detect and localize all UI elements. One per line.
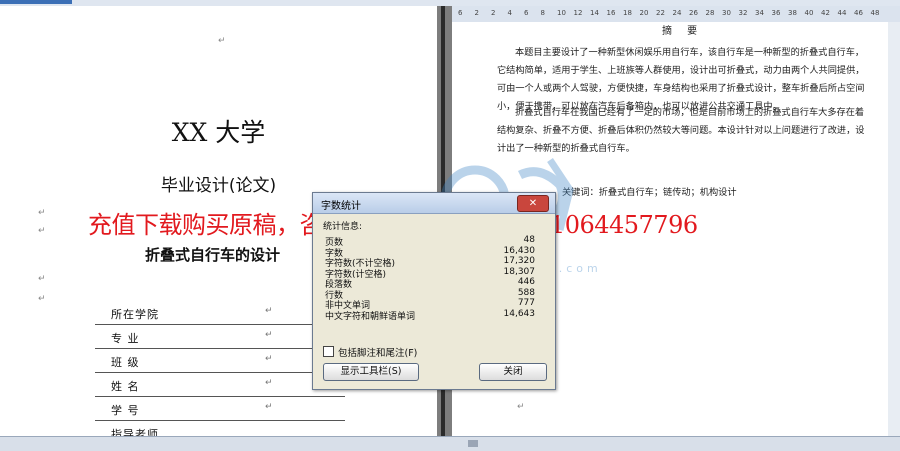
ruler-tick: 6 (458, 9, 463, 17)
ruler-tick: 4 (507, 9, 512, 17)
horizontal-scrollbar[interactable] (0, 436, 900, 451)
stat-row-cjk-chars: 中文字符和朝鲜语单词 14,643 (325, 308, 536, 322)
paragraph-mark: ↵ (38, 226, 46, 236)
stat-value: 14,643 (503, 308, 536, 319)
ruler-tick: 42 (821, 9, 830, 17)
field-label: 专 业 (111, 332, 140, 345)
ruler-tick: 24 (672, 9, 682, 17)
dialog-title: 字数统计 (321, 201, 361, 212)
stat-value: 48 (523, 235, 535, 245)
paragraph-mark: ↵ (265, 306, 273, 316)
ruler-tick: 2 (491, 9, 496, 17)
cover-field-advisor: 指导老师 (95, 424, 345, 436)
stat-value: 777 (517, 298, 535, 308)
ruler-tick: 16 (606, 9, 616, 17)
cover-field-student-id: 学 号 ↵ (95, 400, 345, 421)
thesis-title: 折叠式自行车的设计 (145, 246, 281, 264)
show-toolbar-button[interactable]: 显示工具栏(S) (323, 363, 419, 381)
paragraph-mark: ↵ (38, 274, 46, 284)
ruler-tick: 6 (524, 9, 529, 17)
ruler-tick: 10 (557, 9, 566, 17)
horizontal-ruler[interactable]: 6 2 2 4 6 8 10 12 14 16 18 20 22 24 26 28 30 32 34 36 38 40 42… (452, 6, 900, 23)
stat-value: 446 (517, 277, 535, 287)
close-icon[interactable]: ✕ (517, 195, 549, 212)
field-label: 指导老师 (111, 428, 159, 436)
stat-value: 16,430 (503, 245, 536, 256)
field-label: 姓 名 (111, 380, 140, 393)
cover-field-class: 班 级 ↵ (95, 352, 345, 373)
stat-row-lines: 行数 588 (325, 287, 535, 301)
ruler-tick: 18 (623, 9, 632, 17)
paragraph-mark: ↵ (265, 378, 273, 388)
ruler-tick: 46 (854, 9, 863, 17)
paragraph-mark: ↵ (265, 354, 273, 364)
stat-value: 588 (517, 287, 535, 298)
ruler-tick: 22 (656, 9, 665, 17)
paragraph-mark: ↵ (517, 402, 525, 412)
ruler-tick: 28 (705, 9, 715, 17)
checkbox-label: 包括脚注和尾注(F) (338, 348, 418, 359)
ruler-tick: 34 (755, 9, 764, 17)
paragraph-mark: ↵ (265, 402, 273, 412)
close-button[interactable]: 关闭 (479, 363, 547, 381)
stat-row-non-chinese-words: 非中文单词 777 (325, 298, 535, 311)
ruler-tick: 48 (870, 9, 880, 17)
include-footnotes-checkbox[interactable]: 包括脚注和尾注(F) (323, 345, 417, 359)
paragraph-mark: ↵ (218, 36, 226, 46)
ruler-tick: 30 (722, 9, 731, 17)
stat-label: 中文字符和朝鲜语单词 (325, 311, 416, 322)
field-label: 学 号 (111, 404, 140, 417)
ruler-tick: 8 (540, 9, 545, 17)
abstract-heading: 摘 要 (662, 26, 704, 37)
stat-row-words: 字数 16,430 (325, 245, 536, 259)
stats-header: 统计信息: (323, 222, 363, 232)
word-count-dialog: 字数统计 ✕ 统计信息: 页数 48 字数 16,430 字符数(不计空格) 17,3… (312, 192, 556, 390)
title-bar-fragment (0, 0, 72, 4)
ruler-tick: 2 (474, 9, 479, 17)
ruler-tick: 12 (573, 9, 583, 17)
ruler-tick: 36 (771, 9, 781, 17)
paragraph-mark: ↵ (38, 294, 46, 304)
stats-list: 页数 48 字数 16,430 字符数(不计空格) 17,320 字符数(计空格) 18… (325, 235, 536, 322)
dialog-titlebar[interactable]: 字数统计 ✕ (313, 193, 555, 214)
ruler-tick: 44 (837, 9, 847, 17)
ruler-tick: 38 (788, 9, 797, 17)
ruler-tick: 32 (738, 9, 748, 17)
field-label: 所在学院 (111, 308, 159, 321)
stat-row-pages: 页数 48 (325, 235, 535, 248)
ruler-tick: 26 (689, 9, 698, 17)
paragraph-mark: ↵ (265, 330, 273, 340)
cover-field-college: 所在学院 ↵ (95, 304, 345, 325)
stat-value: 18,307 (503, 266, 536, 277)
ruler-tick: 20 (639, 9, 649, 17)
university-title: XX 大学 (171, 118, 266, 147)
stat-row-paragraphs: 段落数 446 (325, 277, 535, 290)
cover-field-name: 姓 名 ↵ (95, 376, 345, 397)
ruler-tick: 14 (590, 9, 599, 17)
stat-row-chars-with-spaces: 字符数(计空格) 18,307 (325, 266, 536, 280)
vertical-scrollbar[interactable] (888, 22, 900, 436)
cover-field-major: 专 业 ↵ (95, 328, 345, 349)
ruler-tick: 40 (804, 9, 814, 17)
field-label: 班 级 (111, 356, 140, 369)
stat-value: 17,320 (503, 256, 536, 266)
checkbox-icon[interactable] (323, 346, 334, 357)
paragraph-mark: ↵ (38, 208, 46, 218)
scrollbar-thumb[interactable] (468, 440, 478, 447)
stat-row-chars-no-spaces: 字符数(不计空格) 17,320 (325, 256, 536, 269)
